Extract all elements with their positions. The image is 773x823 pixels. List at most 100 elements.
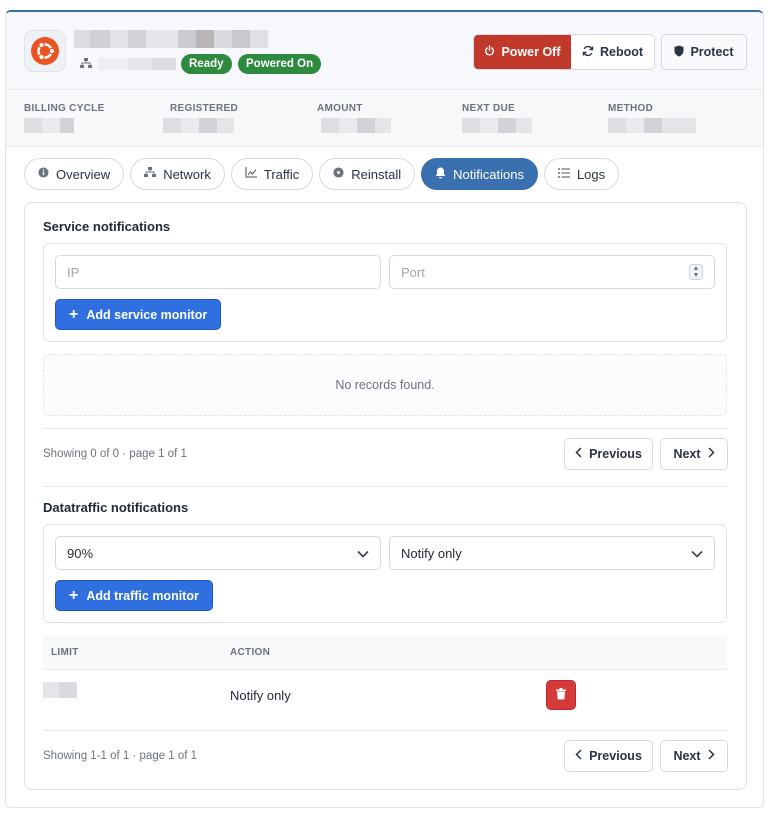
traffic-table-header: LIMIT ACTION	[43, 635, 727, 670]
method-label: METHOD	[608, 103, 654, 114]
tab-bar: Overview Network Traffic Reinstall Notif…	[24, 158, 620, 190]
tab-network[interactable]: Network	[130, 158, 225, 190]
traffic-previous-button[interactable]: Previous	[564, 740, 653, 772]
next-due-label: NEXT DUE	[462, 103, 515, 114]
reboot-button[interactable]: Reboot	[571, 35, 654, 69]
power-icon	[484, 45, 495, 59]
next-due: NEXT DUE	[462, 103, 532, 133]
column-header-limit: LIMIT	[51, 647, 79, 658]
billing-cycle-value-redacted	[24, 118, 74, 133]
chevron-down-icon	[357, 546, 369, 561]
protect-button[interactable]: Protect	[661, 34, 747, 70]
table-row: Notify only	[43, 670, 727, 730]
billing-cycle: BILLING CYCLE	[24, 103, 105, 133]
power-button-group: Power Off Reboot	[473, 34, 655, 70]
registered-label: REGISTERED	[170, 103, 239, 114]
billing-cycle-label: BILLING CYCLE	[24, 103, 105, 114]
chevron-left-icon	[575, 447, 582, 461]
shield-icon	[674, 45, 684, 60]
amount-value-redacted	[321, 118, 391, 133]
tab-overview-label: Overview	[56, 166, 111, 182]
service-next-label: Next	[673, 447, 701, 461]
chevron-down-icon	[691, 546, 703, 561]
traffic-pagination-info: Showing 1-1 of 1 · page 1 of 1	[43, 750, 198, 762]
divider	[43, 486, 727, 487]
plus-icon: +	[69, 305, 79, 323]
ip-address-redacted	[98, 58, 176, 70]
hostname-redacted	[74, 30, 268, 48]
amount: AMOUNT	[317, 103, 391, 133]
add-service-monitor-button[interactable]: + Add service monitor	[55, 299, 222, 330]
status-badge-ready: Ready	[181, 54, 232, 74]
tab-traffic-label: Traffic	[263, 166, 300, 182]
chart-icon	[245, 167, 257, 181]
chevron-right-icon	[708, 749, 715, 763]
notifications-panel: Service notifications IP Port ▲ ▼ + Add s…	[24, 202, 747, 790]
add-traffic-monitor-label: Add traffic monitor	[86, 588, 199, 603]
ip-input[interactable]: IP	[55, 255, 381, 289]
add-traffic-monitor-button[interactable]: + Add traffic monitor	[55, 580, 213, 611]
list-icon	[557, 167, 570, 181]
delete-button[interactable]	[546, 680, 576, 710]
amount-label: AMOUNT	[317, 103, 363, 114]
add-service-monitor-label: Add service monitor	[86, 307, 208, 322]
limit-select[interactable]: 90%	[55, 536, 381, 570]
port-placeholder: Port	[401, 264, 425, 280]
trash-icon	[556, 687, 566, 703]
limit-value-redacted	[43, 682, 77, 698]
traffic-monitor-form: 90% Notify only + Add traffic monitor	[43, 524, 727, 623]
server-card: Ready Powered On Power Off Reboot Protec…	[5, 10, 764, 808]
service-notifications-title: Service notifications	[43, 219, 171, 234]
service-next-button[interactable]: Next	[660, 438, 728, 470]
status-badge-power: Powered On	[238, 54, 322, 74]
action-select[interactable]: Notify only	[389, 536, 715, 570]
traffic-previous-label: Previous	[589, 749, 642, 763]
divider	[43, 730, 727, 731]
row-action-value: Notify only	[230, 688, 291, 703]
network-icon	[144, 167, 157, 181]
tab-overview[interactable]: Overview	[24, 158, 125, 190]
server-header: Ready Powered On Power Off Reboot Protec…	[6, 12, 763, 90]
method: METHOD	[608, 103, 696, 133]
action-select-value: Notify only	[401, 545, 462, 561]
column-header-action: ACTION	[230, 647, 271, 658]
power-off-label: Power Off	[501, 45, 561, 59]
disc-icon	[333, 167, 344, 181]
chevron-left-icon	[575, 749, 582, 763]
chevron-right-icon	[708, 447, 715, 461]
reboot-label: Reboot	[599, 45, 644, 59]
registered-value-redacted	[163, 118, 234, 133]
port-input[interactable]: Port ▲ ▼	[389, 255, 715, 289]
port-stepper[interactable]: ▲ ▼	[689, 264, 703, 280]
power-off-button[interactable]: Power Off	[474, 35, 571, 69]
limit-select-value: 90%	[67, 545, 94, 561]
next-due-value-redacted	[462, 118, 532, 133]
traffic-next-label: Next	[673, 749, 701, 763]
service-pagination-info: Showing 0 of 0 · page 1 of 1	[43, 448, 187, 460]
registered: REGISTERED	[163, 103, 238, 133]
tab-reinstall[interactable]: Reinstall	[319, 158, 416, 190]
service-previous-button[interactable]: Previous	[564, 438, 653, 470]
ubuntu-logo-icon	[24, 30, 66, 72]
method-value-redacted	[608, 118, 696, 133]
refresh-icon	[582, 45, 594, 60]
tab-notifications-label: Notifications	[453, 166, 524, 182]
traffic-next-button[interactable]: Next	[660, 740, 728, 772]
tab-reinstall-label: Reinstall	[351, 166, 402, 182]
plus-icon: +	[69, 586, 79, 604]
tab-notifications[interactable]: Notifications	[421, 158, 538, 190]
info-icon	[38, 167, 49, 181]
protect-label: Protect	[690, 45, 734, 59]
tab-traffic[interactable]: Traffic	[230, 158, 314, 190]
tab-logs[interactable]: Logs	[543, 158, 620, 190]
network-icon	[80, 58, 92, 72]
traffic-notifications-title: Datatraffic notifications	[43, 500, 189, 515]
service-empty-state: No records found.	[43, 354, 727, 416]
bell-icon	[435, 167, 446, 182]
tab-logs-label: Logs	[576, 166, 606, 182]
tab-network-label: Network	[163, 166, 211, 182]
billing-info-row: BILLING CYCLE REGISTERED AMOUNT NEXT DUE…	[6, 91, 763, 147]
divider	[43, 428, 727, 429]
service-previous-label: Previous	[589, 447, 642, 461]
service-monitor-form: IP Port ▲ ▼ + Add service monitor	[43, 243, 727, 342]
